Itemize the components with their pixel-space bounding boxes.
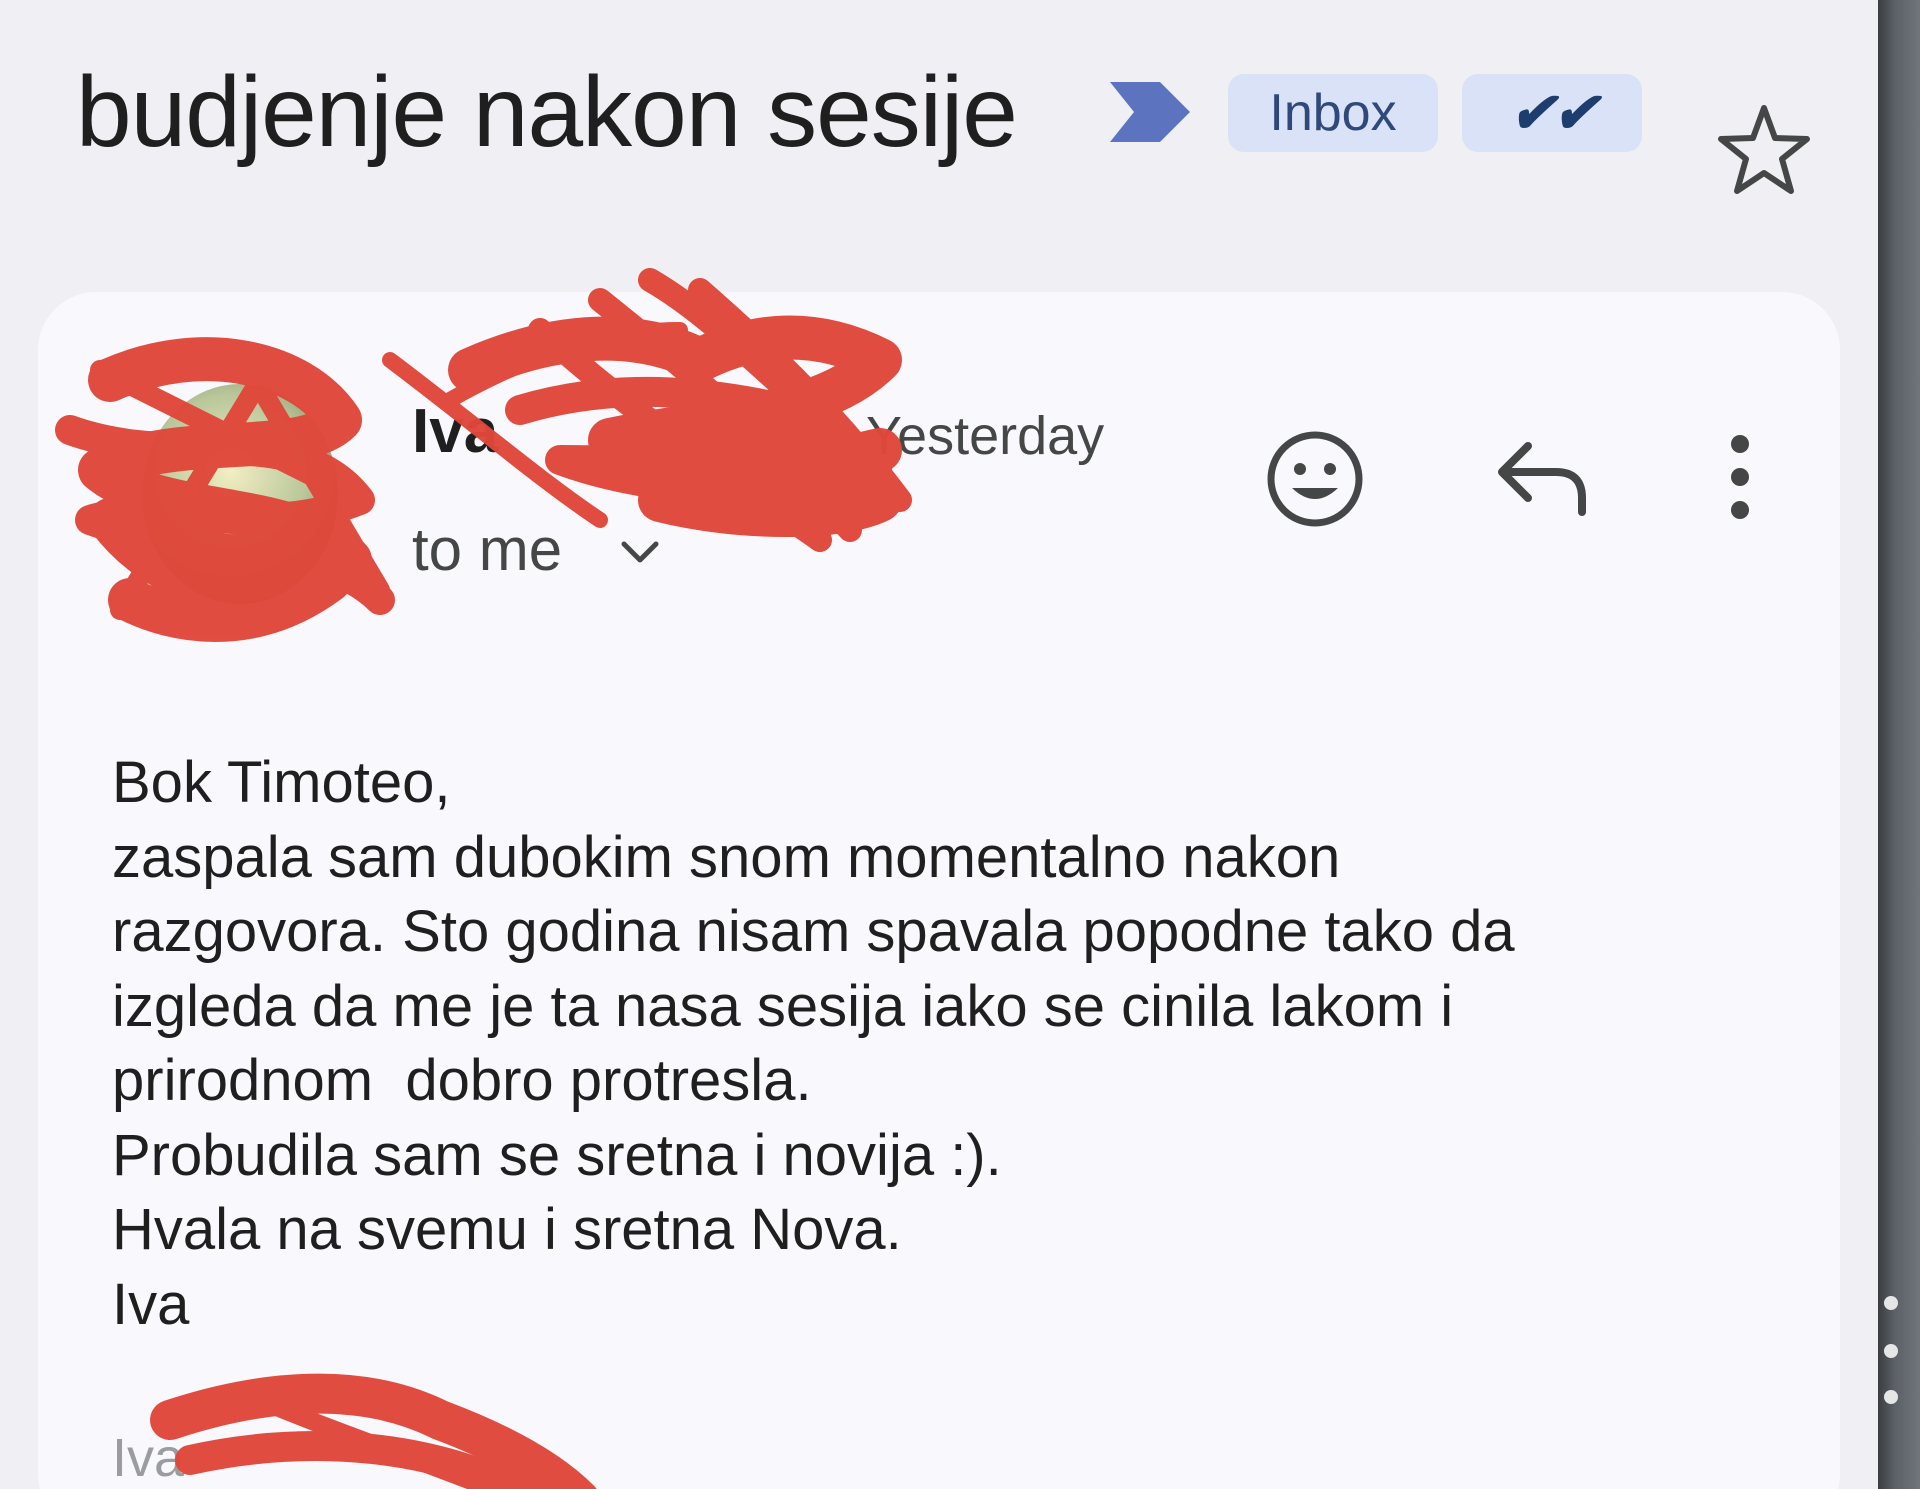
page-dot xyxy=(1884,1344,1898,1358)
message-date: Yesterday xyxy=(866,406,1105,466)
body-line: zaspala sam dubokim snom momentalno nako… xyxy=(112,824,1341,890)
emoji-icon[interactable] xyxy=(1262,426,1368,532)
reply-icon[interactable] xyxy=(1494,432,1592,522)
chevron-down-icon[interactable] xyxy=(618,532,662,572)
more-vert-icon[interactable] xyxy=(1716,430,1764,524)
avatar[interactable] xyxy=(142,384,338,604)
message-body: Bok Timoteo, zaspala sam dubokim snom mo… xyxy=(112,746,1732,1342)
page-dot xyxy=(1884,1390,1898,1404)
recipient-label[interactable]: to me xyxy=(412,510,562,590)
email-subject: budjenje nakon sesije xyxy=(76,56,1018,168)
sender-name: Iva xyxy=(412,397,499,466)
body-line: prirodnom dobro protresla. xyxy=(112,1048,812,1113)
body-line: Probudila sam se sretna i novija :). xyxy=(112,1122,1002,1188)
label-chip-done[interactable]: ✔✔ xyxy=(1462,74,1642,152)
signature-name: Iva xyxy=(112,1428,185,1488)
body-line: Hvala na svemu i sretna Nova. xyxy=(112,1197,902,1262)
body-line: izgleda da me je ta nasa sesija iako se … xyxy=(112,973,1454,1039)
email-view: budjenje nakon sesije Inbox ✔✔ Iva Yeste… xyxy=(0,0,1920,1489)
star-outline-icon[interactable] xyxy=(1716,102,1812,198)
body-line: razgovora. Sto godina nisam spavala popo… xyxy=(112,899,1515,964)
page-dot xyxy=(1884,1296,1898,1310)
device-edge xyxy=(1878,0,1920,1489)
body-line: Bok Timoteo, xyxy=(112,750,451,815)
label-chip-inbox[interactable]: Inbox xyxy=(1228,74,1438,152)
important-marker-icon[interactable] xyxy=(1108,80,1192,144)
body-line: Iva xyxy=(112,1271,190,1337)
